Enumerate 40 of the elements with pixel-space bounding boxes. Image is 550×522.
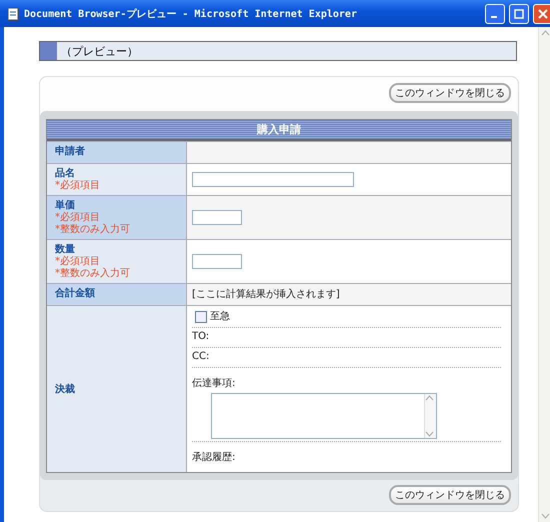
minimize-icon bbox=[491, 16, 497, 18]
window-title: Document Browser-プレビュー - Microsoft Internet Explorer bbox=[24, 7, 358, 20]
history-label: 承認履歴: bbox=[192, 452, 236, 463]
input-field[interactable] bbox=[192, 172, 354, 187]
close-button[interactable] bbox=[533, 4, 550, 24]
scroll-up-icon[interactable] bbox=[425, 394, 434, 402]
field-label: 数量 bbox=[55, 244, 76, 256]
input-field[interactable] bbox=[192, 254, 242, 269]
close-icon bbox=[538, 8, 548, 18]
required-note: *整数のみ入力可 bbox=[55, 268, 131, 280]
scroll-down-icon[interactable] bbox=[425, 430, 434, 438]
page-heading: （プレビュー） bbox=[60, 44, 138, 58]
minimize-button[interactable] bbox=[485, 4, 505, 24]
to-label: TO: bbox=[192, 331, 210, 343]
form-title: 購入申請 bbox=[47, 120, 511, 141]
field-label: 合計金額 bbox=[55, 288, 96, 300]
input-field[interactable] bbox=[192, 210, 242, 225]
scrollbar[interactable] bbox=[424, 394, 436, 438]
close-window-button[interactable]: このウィンドウを閉じる bbox=[389, 83, 511, 103]
required-note: *必須項目 bbox=[55, 180, 101, 192]
required-note: *整数のみ入力可 bbox=[55, 224, 131, 236]
required-note: *必須項目 bbox=[55, 256, 100, 268]
field-label: 決裁 bbox=[55, 384, 76, 396]
required-note: *必須項目 bbox=[55, 212, 100, 224]
field-label: 申請者 bbox=[55, 146, 86, 158]
cc-label: CC: bbox=[192, 351, 210, 363]
scroll-down-icon[interactable] bbox=[540, 512, 550, 520]
message-field[interactable] bbox=[211, 393, 437, 439]
maximize-button[interactable] bbox=[509, 4, 529, 24]
scroll-up-icon[interactable] bbox=[540, 29, 550, 37]
checkbox-label: 至急 bbox=[210, 311, 230, 323]
maximize-icon bbox=[514, 8, 524, 18]
scrollbar[interactable] bbox=[538, 27, 550, 522]
message-label: 伝達事項: bbox=[192, 378, 236, 389]
field-label: 品名 bbox=[55, 168, 76, 180]
checkbox[interactable] bbox=[195, 311, 207, 323]
heading-marker-icon bbox=[40, 42, 57, 60]
computed-value: [ここに計算結果が挿入されます] bbox=[192, 288, 341, 300]
close-window-button[interactable]: このウィンドウを閉じる bbox=[389, 485, 511, 505]
field-label: 単価 bbox=[55, 200, 76, 212]
